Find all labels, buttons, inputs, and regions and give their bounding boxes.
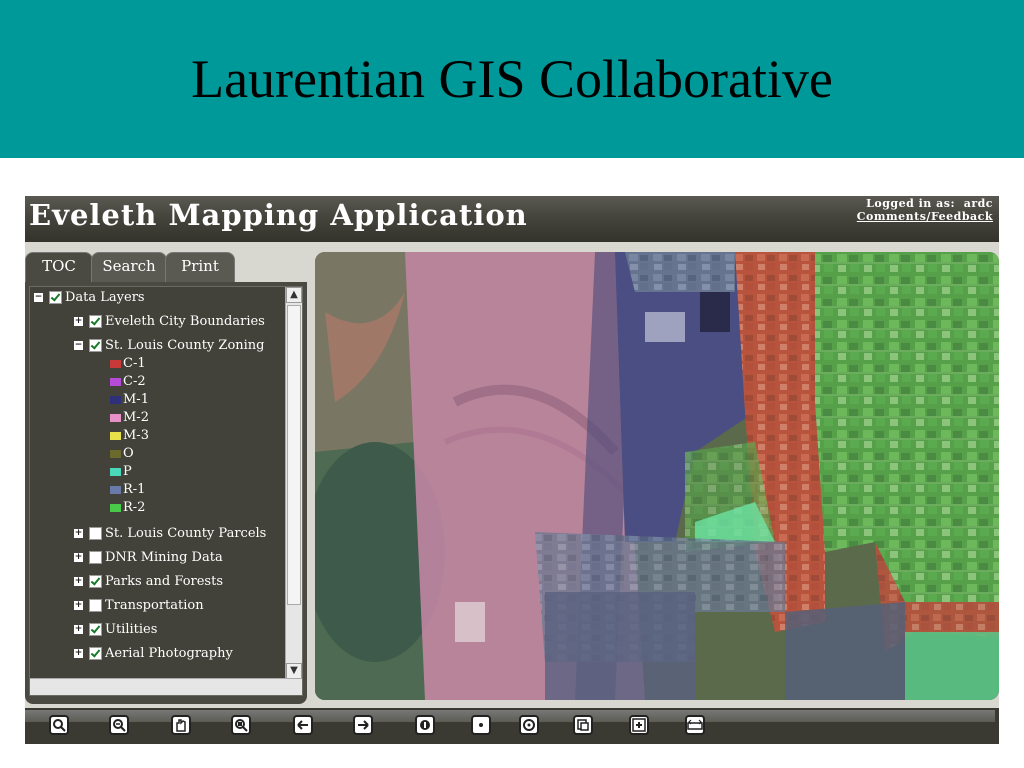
login-user: ardc [963, 197, 993, 210]
legend-item-m3: M-3 [110, 427, 149, 445]
tab-toc[interactable]: TOC [25, 252, 93, 284]
legend-item-c2: C-2 [110, 373, 146, 391]
feedback-link[interactable]: Comments/Feedback [857, 210, 993, 223]
legend-swatch [110, 503, 121, 512]
legend-label: C-1 [123, 356, 146, 371]
layer-checkbox-data-layers[interactable] [49, 291, 62, 304]
expand-icon[interactable]: + [74, 553, 83, 562]
layer-label: Transportation [105, 598, 204, 613]
expand-icon[interactable]: + [74, 601, 83, 610]
legend-item-o: O [110, 445, 134, 463]
tab-print[interactable]: Print [165, 252, 235, 284]
expand-icon[interactable]: + [74, 649, 83, 658]
select-point-icon[interactable] [471, 715, 491, 735]
expand-icon[interactable]: + [74, 317, 83, 326]
legend-label: P [123, 464, 132, 479]
zoom-out-icon[interactable] [109, 715, 129, 735]
layer-checkbox-parks[interactable] [89, 575, 102, 588]
legend-swatch [110, 413, 121, 422]
layer-checkbox-utilities[interactable] [89, 623, 102, 636]
toc-scroll-area: − Data Layers + Eveleth City Boundaries − S… [29, 286, 303, 696]
layer-row-city-boundaries: + Eveleth City Boundaries [74, 313, 265, 331]
legend-label: O [123, 446, 134, 461]
previous-extent-icon[interactable] [293, 715, 313, 735]
slide-title: Laurentian GIS Collaborative [191, 49, 833, 109]
layer-label: St. Louis County Parcels [105, 526, 267, 541]
login-status: Logged in as: ardc [857, 197, 993, 210]
legend-swatch [110, 395, 121, 404]
layer-row-transportation: + Transportation [74, 597, 204, 615]
print-map-icon[interactable] [573, 715, 593, 735]
scroll-up-icon[interactable]: ▲ [286, 287, 302, 303]
layer-checkbox-aerial[interactable] [89, 647, 102, 660]
login-info: Logged in as: ardc Comments/Feedback [857, 197, 993, 223]
app-body: TOC Search Print − Data Layers + Eveleth C… [25, 242, 999, 708]
expand-icon[interactable]: + [74, 625, 83, 634]
legend-item-m2: M-2 [110, 409, 149, 427]
expand-icon[interactable]: + [74, 577, 83, 586]
layer-label: Parks and Forests [105, 574, 223, 589]
legend-label: R-1 [123, 482, 146, 497]
scroll-down-icon[interactable]: ▼ [286, 663, 302, 679]
layer-checkbox-parcels[interactable] [89, 527, 102, 540]
layer-label: Utilities [105, 622, 158, 637]
layer-row-dnr-mining: + DNR Mining Data [74, 549, 223, 567]
legend-label: M-3 [123, 428, 149, 443]
expand-icon[interactable]: + [74, 529, 83, 538]
aerial-map-image [315, 252, 999, 700]
identify-icon[interactable] [415, 715, 435, 735]
login-label: Logged in as: [866, 197, 956, 210]
pan-hand-icon[interactable] [171, 715, 191, 735]
full-extent-icon[interactable] [231, 715, 251, 735]
layer-checkbox-dnr-mining[interactable] [89, 551, 102, 564]
legend-item-c1: C-1 [110, 355, 146, 373]
toc-vertical-scrollbar[interactable]: ▲ ▼ [285, 287, 302, 679]
legend-item-r2: R-2 [110, 499, 145, 517]
layer-row-parcels: + St. Louis County Parcels [74, 525, 266, 543]
tab-search[interactable]: Search [91, 252, 167, 284]
layer-label: DNR Mining Data [105, 550, 223, 565]
layer-row-utilities: + Utilities [74, 621, 157, 639]
legend-label: C-2 [123, 374, 146, 389]
layer-label: Aerial Photography [105, 646, 233, 661]
legend-swatch [110, 449, 121, 458]
map-view[interactable] [315, 252, 999, 700]
layer-row-data-layers: − Data Layers [34, 289, 145, 307]
select-circle-icon[interactable] [519, 715, 539, 735]
scroll-thumb[interactable] [287, 305, 301, 605]
legend-item-m1: M-1 [110, 391, 149, 409]
legend-swatch [110, 377, 121, 386]
add-data-icon[interactable] [629, 715, 649, 735]
legend-label: R-2 [123, 500, 146, 515]
layer-checkbox-transportation[interactable] [89, 599, 102, 612]
toc-panel: − Data Layers + Eveleth City Boundaries − S… [25, 282, 307, 704]
layer-label: Data Layers [65, 290, 145, 305]
collapse-icon[interactable]: − [34, 293, 43, 302]
layer-label: Eveleth City Boundaries [105, 314, 265, 329]
legend-item-r1: R-1 [110, 481, 145, 499]
legend-swatch [110, 485, 121, 494]
layer-label: St. Louis County Zoning [105, 338, 265, 353]
legend-swatch [110, 467, 121, 476]
legend-item-p: P [110, 463, 132, 481]
toc-horizontal-scrollbar[interactable] [30, 678, 302, 695]
legend-label: M-2 [123, 410, 149, 425]
app-title: Eveleth Mapping Application [29, 198, 528, 232]
layer-row-zoning: − St. Louis County Zoning [74, 337, 265, 355]
mapping-application: Eveleth Mapping Application Logged in as… [25, 196, 999, 744]
layer-row-parks: + Parks and Forests [74, 573, 223, 591]
app-header: Eveleth Mapping Application Logged in as… [25, 196, 999, 242]
zoom-in-icon[interactable] [49, 715, 69, 735]
collapse-icon[interactable]: − [74, 341, 83, 350]
legend-swatch [110, 359, 121, 368]
legend-label: M-1 [123, 392, 149, 407]
measure-icon[interactable] [685, 715, 705, 735]
layer-checkbox-city-boundaries[interactable] [89, 315, 102, 328]
layer-checkbox-zoning[interactable] [89, 339, 102, 352]
map-toolbar [25, 708, 999, 744]
legend-swatch [110, 431, 121, 440]
next-extent-icon[interactable] [353, 715, 373, 735]
layer-row-aerial: + Aerial Photography [74, 645, 233, 663]
